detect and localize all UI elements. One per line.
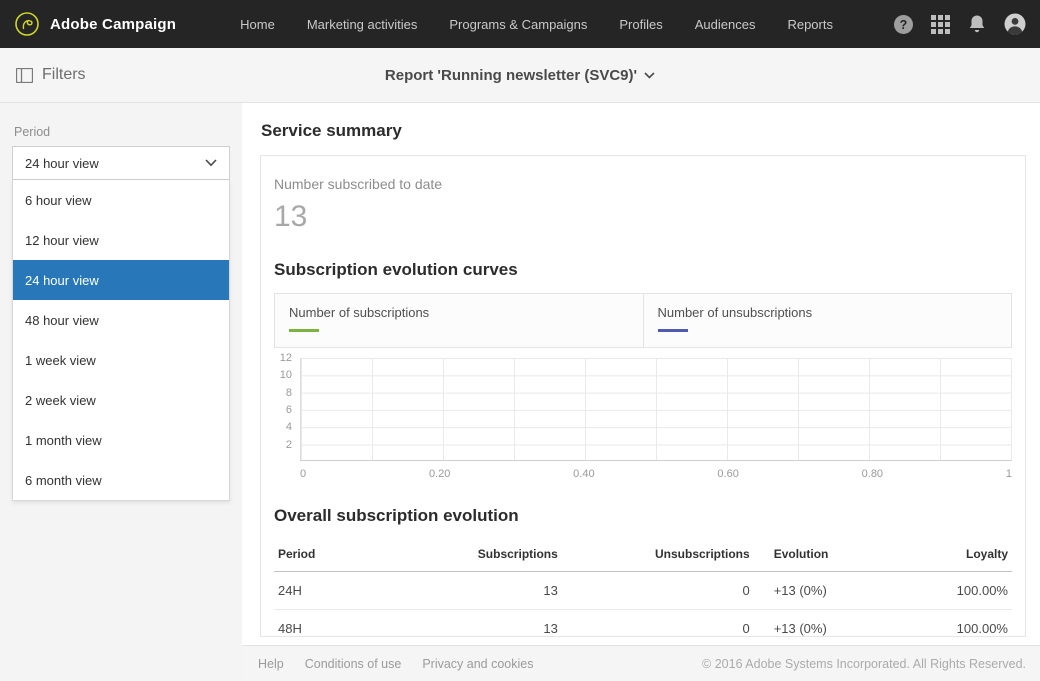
footer-link-help[interactable]: Help	[258, 657, 284, 671]
option-6-month-view[interactable]: 6 month view	[13, 460, 229, 500]
option-24-hour-view[interactable]: 24 hour view	[13, 260, 229, 300]
copyright: © 2016 Adobe Systems Incorporated. All R…	[702, 657, 1026, 671]
notifications-bell-icon[interactable]	[967, 14, 987, 35]
x-tick: 0.40	[573, 468, 594, 480]
legend-label: Number of subscriptions	[289, 305, 629, 320]
report-content: Service summary Number subscribed to dat…	[242, 103, 1040, 645]
nav-programs-campaigns[interactable]: Programs & Campaigns	[449, 17, 587, 32]
cell-subscriptions: 13	[422, 572, 562, 610]
topnav-icons: ?	[893, 13, 1026, 35]
cell-loyalty: 100.00%	[879, 610, 1012, 638]
option-1-month-view[interactable]: 1 month view	[13, 420, 229, 460]
page-title: Service summary	[261, 121, 1026, 141]
nav-profiles[interactable]: Profiles	[619, 17, 662, 32]
kpi-label: Number subscribed to date	[274, 176, 1012, 192]
period-select-value: 24 hour view	[25, 156, 99, 171]
report-selector[interactable]: Report 'Running newsletter (SVC9)'	[385, 67, 655, 84]
cell-evolution: +13 (0%)	[754, 572, 879, 610]
y-tick: 10	[280, 369, 292, 381]
chevron-down-icon	[644, 72, 655, 79]
chart-plot-area	[300, 358, 1012, 461]
legend-label: Number of unsubscriptions	[658, 305, 998, 320]
cell-period: 48H	[274, 610, 422, 638]
period-label: Period	[14, 125, 230, 139]
cell-unsubscriptions: 0	[562, 610, 754, 638]
filters-sidebar: Period 24 hour view 6 hour view 12 hour …	[0, 103, 242, 681]
main-column: Service summary Number subscribed to dat…	[242, 103, 1040, 681]
chevron-down-icon	[205, 159, 217, 167]
table-row: 24H 13 0 +13 (0%) 100.00%	[274, 572, 1012, 610]
col-header-subscriptions: Subscriptions	[422, 539, 562, 572]
x-tick: 0.20	[429, 468, 450, 480]
report-selector-label: Report 'Running newsletter (SVC9)'	[385, 67, 637, 84]
section-title-overall: Overall subscription evolution	[274, 506, 1012, 526]
adobe-campaign-logo-icon	[14, 11, 40, 37]
x-tick: 0.60	[717, 468, 738, 480]
brand: Adobe Campaign	[14, 11, 176, 37]
cell-period: 24H	[274, 572, 422, 610]
x-tick: 1	[1006, 468, 1012, 480]
user-avatar[interactable]	[1004, 13, 1026, 35]
col-header-unsubscriptions: Unsubscriptions	[562, 539, 754, 572]
top-nav: Adobe Campaign Home Marketing activities…	[0, 0, 1040, 48]
brand-name: Adobe Campaign	[50, 16, 176, 33]
filters-panel-icon	[16, 68, 33, 83]
footer: Help Conditions of use Privacy and cooki…	[242, 645, 1040, 681]
col-header-evolution: Evolution	[754, 539, 879, 572]
section-title-curves: Subscription evolution curves	[274, 260, 1012, 280]
filters-label: Filters	[42, 66, 86, 84]
cell-subscriptions: 13	[422, 610, 562, 638]
legend-unsubscriptions[interactable]: Number of unsubscriptions	[643, 294, 1012, 347]
cell-unsubscriptions: 0	[562, 572, 754, 610]
primary-nav: Home Marketing activities Programs & Cam…	[240, 17, 833, 32]
option-1-week-view[interactable]: 1 week view	[13, 340, 229, 380]
col-header-period: Period	[274, 539, 422, 572]
service-summary-card: Number subscribed to date 13 Subscriptio…	[260, 155, 1026, 637]
subscription-evolution-chart: 12 10 8 6 4 2 0 0.20 0.40 0.60	[274, 358, 1012, 480]
table-header-row: Period Subscriptions Unsubscriptions Evo…	[274, 539, 1012, 572]
legend-color-bar-subscriptions	[289, 329, 319, 332]
period-options-list: 6 hour view 12 hour view 24 hour view 48…	[12, 180, 230, 501]
x-axis-labels: 0 0.20 0.40 0.60 0.80 1	[300, 468, 1012, 480]
app-grid-icon[interactable]	[931, 15, 950, 34]
filters-button[interactable]: Filters	[16, 66, 86, 84]
footer-link-conditions[interactable]: Conditions of use	[305, 657, 402, 671]
footer-link-privacy[interactable]: Privacy and cookies	[422, 657, 533, 671]
x-tick: 0.80	[862, 468, 883, 480]
option-6-hour-view[interactable]: 6 hour view	[13, 180, 229, 220]
overall-subscription-table: Period Subscriptions Unsubscriptions Evo…	[274, 539, 1012, 637]
nav-audiences[interactable]: Audiences	[695, 17, 756, 32]
content-row: Period 24 hour view 6 hour view 12 hour …	[0, 103, 1040, 681]
cell-evolution: +13 (0%)	[754, 610, 879, 638]
svg-text:?: ?	[900, 18, 908, 32]
nav-reports[interactable]: Reports	[787, 17, 833, 32]
col-header-loyalty: Loyalty	[879, 539, 1012, 572]
y-tick: 4	[286, 421, 292, 433]
cell-loyalty: 100.00%	[879, 572, 1012, 610]
option-48-hour-view[interactable]: 48 hour view	[13, 300, 229, 340]
adobe-campaign-app: Adobe Campaign Home Marketing activities…	[0, 0, 1040, 681]
kpi-value: 13	[274, 200, 1012, 234]
y-tick: 6	[286, 404, 292, 416]
period-select[interactable]: 24 hour view	[12, 146, 230, 180]
nav-marketing-activities[interactable]: Marketing activities	[307, 17, 418, 32]
legend-color-bar-unsubscriptions	[658, 329, 688, 332]
y-axis-labels: 12 10 8 6 4 2	[274, 358, 300, 461]
x-tick: 0	[300, 468, 306, 480]
option-12-hour-view[interactable]: 12 hour view	[13, 220, 229, 260]
option-2-week-view[interactable]: 2 week view	[13, 380, 229, 420]
report-header: Filters Report 'Running newsletter (SVC9…	[0, 48, 1040, 103]
chart-legend: Number of subscriptions Number of unsubs…	[274, 293, 1012, 348]
legend-subscriptions[interactable]: Number of subscriptions	[275, 294, 643, 347]
nav-home[interactable]: Home	[240, 17, 275, 32]
y-tick: 8	[286, 387, 292, 399]
help-icon[interactable]: ?	[893, 14, 914, 35]
y-tick: 2	[286, 439, 292, 451]
table-row: 48H 13 0 +13 (0%) 100.00%	[274, 610, 1012, 638]
y-tick: 12	[280, 352, 292, 364]
